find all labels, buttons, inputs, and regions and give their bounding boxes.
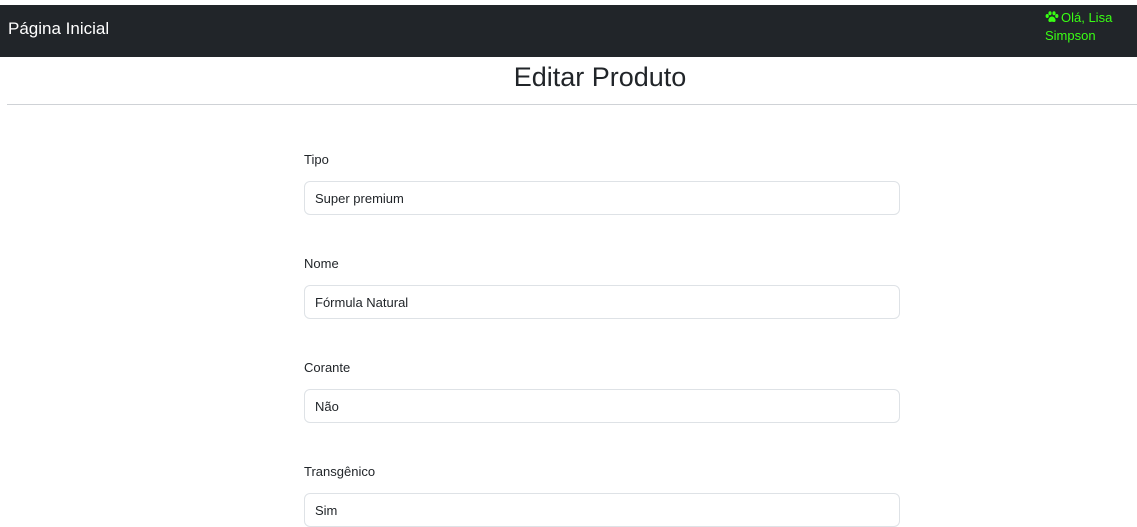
user-greeting[interactable]: Olá, Lisa Simpson <box>1045 9 1129 45</box>
field-tipo: Tipo <box>304 151 900 215</box>
transgenico-label: Transgênico <box>304 464 376 479</box>
home-link[interactable]: Página Inicial <box>8 19 109 39</box>
title-divider <box>7 104 1137 105</box>
field-transgenico: Transgênico <box>304 463 900 527</box>
corante-input[interactable] <box>304 389 900 423</box>
tipo-input[interactable] <box>304 181 900 215</box>
greeting-line1: Olá, Lisa <box>1061 10 1113 25</box>
field-nome: Nome <box>304 255 900 319</box>
corante-label: Corante <box>304 360 351 375</box>
nome-input[interactable] <box>304 285 900 319</box>
paw-icon <box>1045 11 1059 23</box>
page-title: Editar Produto <box>513 62 687 92</box>
tipo-label: Tipo <box>304 152 329 167</box>
nome-label: Nome <box>304 256 339 271</box>
transgenico-input[interactable] <box>304 493 900 527</box>
navbar: Página Inicial Olá, Lisa Simpson <box>0 5 1137 57</box>
greeting-line2: Simpson <box>1045 28 1096 43</box>
field-corante: Corante <box>304 359 900 423</box>
